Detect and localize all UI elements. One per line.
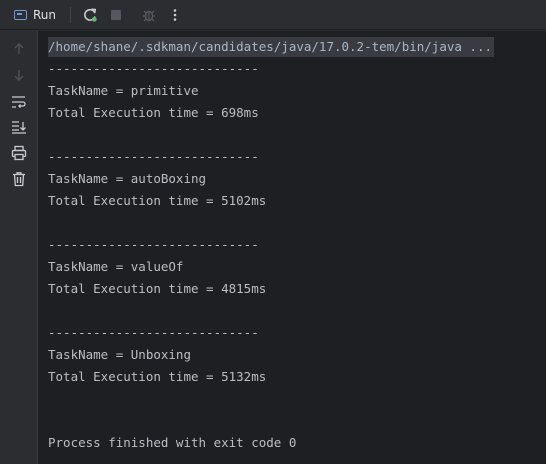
stop-icon (111, 10, 121, 20)
console-side-toolbar (0, 31, 37, 464)
separator-line: ---------------------------- (48, 149, 259, 164)
print-button[interactable] (9, 143, 29, 163)
task-name-line: TaskName = Unboxing (48, 347, 191, 362)
separator-line: ---------------------------- (48, 61, 259, 76)
console-output[interactable]: /home/shane/.sdkman/candidates/java/17.0… (38, 31, 546, 464)
toolbar-separator (70, 7, 71, 23)
debug-button[interactable] (139, 5, 159, 25)
run-tab-label: Run (33, 8, 57, 22)
rerun-icon (84, 8, 97, 22)
scroll-down-button[interactable] (9, 65, 29, 85)
execution-time-line: Total Execution time = 5132ms (48, 369, 267, 384)
task-name-line: TaskName = primitive (48, 83, 199, 98)
execution-time-line: Total Execution time = 4815ms (48, 281, 267, 296)
arrow-down-icon (14, 70, 24, 81)
clear-all-button[interactable] (9, 169, 29, 189)
more-options-button[interactable] (165, 5, 185, 25)
separator-line: ---------------------------- (48, 237, 259, 252)
run-toolbar: Run (0, 0, 546, 30)
rerun-button[interactable] (80, 5, 100, 25)
task-name-line: TaskName = valueOf (48, 259, 184, 274)
scroll-to-end-button[interactable] (9, 117, 29, 137)
trash-icon (13, 172, 25, 187)
more-vertical-icon (173, 9, 177, 21)
execution-time-line: Total Execution time = 5102ms (48, 193, 267, 208)
run-tab[interactable]: Run (14, 5, 56, 25)
soft-wrap-button[interactable] (9, 92, 29, 112)
arrow-up-icon (14, 43, 24, 54)
exit-message-line: Process finished with exit code 0 (48, 435, 297, 450)
separator-line: ---------------------------- (48, 325, 259, 340)
print-icon (11, 145, 27, 161)
scroll-up-button[interactable] (9, 39, 29, 59)
execution-time-line: Total Execution time = 698ms (48, 105, 259, 120)
stop-button[interactable] (106, 5, 126, 25)
bug-icon (143, 10, 155, 22)
console-icon (14, 10, 27, 20)
task-name-line: TaskName = autoBoxing (48, 171, 207, 186)
soft-wrap-icon (12, 96, 26, 108)
scroll-to-end-icon (12, 121, 26, 134)
command-line[interactable]: /home/shane/.sdkman/candidates/java/17.0… (48, 37, 495, 57)
